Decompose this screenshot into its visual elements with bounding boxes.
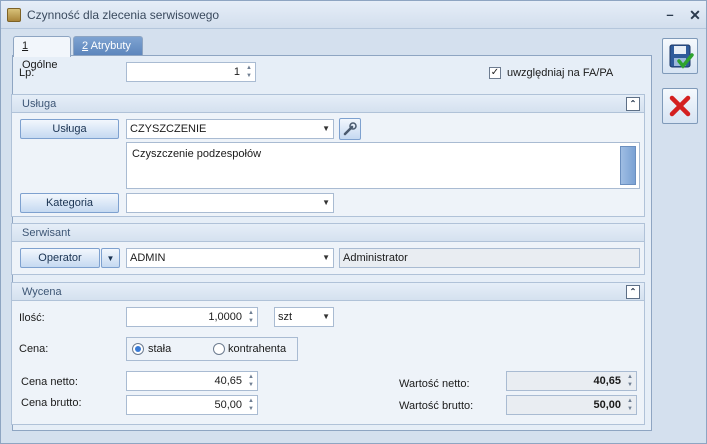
- radio-stala[interactable]: [132, 343, 144, 355]
- usluga-select[interactable]: CZYSZCZENIE ▼: [126, 119, 334, 139]
- collapse-up-icon[interactable]: ⌃: [626, 285, 640, 299]
- chevron-down-icon: ▼: [322, 198, 330, 207]
- wartosc-netto-spinner-icon: ▲ ▼: [627, 374, 633, 388]
- cena-brutto-value: 50,00: [214, 399, 242, 411]
- serwisant-group-title: Serwisant: [22, 227, 71, 239]
- cena-netto-label: Cena netto:: [21, 376, 78, 388]
- dialog-window: Czynność dla zlecenia serwisowego – ✕ 1 …: [0, 0, 707, 444]
- cena-brutto-input[interactable]: 50,00 ▲ ▼: [126, 395, 258, 415]
- chevron-down-icon: ▼: [322, 312, 330, 321]
- cena-netto-value: 40,65: [214, 375, 242, 387]
- wartosc-brutto-field: 50,00 ▲ ▼: [506, 395, 637, 415]
- tab-ogolne-hotkey: 1: [22, 40, 29, 52]
- ilosc-value: 1,0000: [208, 311, 242, 323]
- usluga-value: CZYSZCZENIE: [130, 123, 207, 135]
- cena-brutto-spinner-icon[interactable]: ▲ ▼: [246, 397, 256, 413]
- wartosc-brutto-label: Wartość brutto:: [399, 400, 474, 412]
- lp-spinner-icon[interactable]: ▲ ▼: [244, 64, 254, 80]
- operator-dropdown-button[interactable]: ▼: [101, 248, 120, 268]
- kategoria-button[interactable]: Kategoria: [20, 193, 119, 213]
- cena-label: Cena:: [19, 343, 49, 355]
- usluga-group-header: Usługa ⌃: [12, 95, 644, 113]
- lp-value: 1: [233, 66, 240, 78]
- cena-brutto-label: Cena brutto:: [21, 397, 82, 409]
- wrench-icon: [343, 122, 357, 136]
- wartosc-brutto-value: 50,00: [593, 399, 621, 411]
- operator-select[interactable]: ADMIN ▼: [126, 248, 334, 268]
- operator-name: Administrator: [343, 252, 408, 264]
- edit-usluga-button[interactable]: [339, 118, 361, 140]
- save-button[interactable]: [662, 38, 698, 74]
- wycena-group-header: Wycena ⌃: [12, 283, 644, 301]
- tab-ogolne-label: Ogólne: [22, 59, 58, 71]
- unit-select[interactable]: szt ▼: [274, 307, 334, 327]
- serwisant-group-header: Serwisant: [12, 224, 644, 242]
- minimize-button[interactable]: –: [661, 6, 679, 24]
- usluga-description-text: Czyszczenie podzespołów: [132, 148, 262, 160]
- chevron-down-icon: ▼: [322, 124, 330, 133]
- radio-kontrahenta-label: kontrahenta: [228, 343, 287, 355]
- wartosc-netto-label: Wartość netto:: [399, 378, 470, 390]
- tab-ogolne[interactable]: 1 Ogólne: [13, 36, 71, 71]
- chevron-down-icon: ▼: [106, 254, 115, 263]
- radio-kontrahenta[interactable]: [213, 343, 225, 355]
- save-icon: [669, 44, 694, 69]
- usluga-group-title: Usługa: [22, 98, 57, 110]
- usluga-description[interactable]: Czyszczenie podzespołów: [126, 142, 640, 189]
- ilosc-spinner-icon[interactable]: ▲ ▼: [246, 309, 256, 325]
- close-window-button[interactable]: ✕: [686, 6, 704, 24]
- cancel-button[interactable]: [662, 88, 698, 124]
- operator-button[interactable]: Operator: [20, 248, 100, 268]
- operator-value: ADMIN: [130, 252, 166, 264]
- description-scrollbar[interactable]: [620, 146, 636, 185]
- cancel-icon: [669, 95, 691, 117]
- radio-stala-label: stała: [148, 343, 172, 355]
- ilosc-input[interactable]: 1,0000 ▲ ▼: [126, 307, 258, 327]
- uwzgledniaj-checkbox[interactable]: ✓: [489, 67, 501, 79]
- operator-name-field: Administrator: [339, 248, 640, 268]
- uwzgledniaj-label: uwzględniaj na FA/PA: [507, 67, 614, 79]
- collapse-up-icon[interactable]: ⌃: [626, 97, 640, 111]
- kategoria-select[interactable]: ▼: [126, 193, 334, 213]
- window-title: Czynność dla zlecenia serwisowego: [27, 8, 220, 22]
- lp-input[interactable]: 1 ▲ ▼: [126, 62, 256, 82]
- cena-netto-input[interactable]: 40,65 ▲ ▼: [126, 371, 258, 391]
- unit-value: szt: [278, 311, 293, 323]
- cena-netto-spinner-icon[interactable]: ▲ ▼: [246, 373, 256, 389]
- title-bar: Czynność dla zlecenia serwisowego – ✕: [1, 1, 706, 29]
- wartosc-netto-field: 40,65 ▲ ▼: [506, 371, 637, 391]
- wartosc-netto-value: 40,65: [593, 375, 621, 387]
- chevron-down-icon: ▼: [322, 253, 330, 262]
- tab-atrybuty[interactable]: 2 Atrybuty: [73, 36, 143, 56]
- tab-atrybuty-label: Atrybuty: [88, 40, 131, 52]
- app-icon: [7, 8, 21, 22]
- wycena-group-title: Wycena: [22, 286, 62, 298]
- usluga-button[interactable]: Usługa: [20, 119, 119, 139]
- wartosc-brutto-spinner-icon: ▲ ▼: [627, 398, 633, 412]
- ilosc-label: Ilość:: [19, 312, 45, 324]
